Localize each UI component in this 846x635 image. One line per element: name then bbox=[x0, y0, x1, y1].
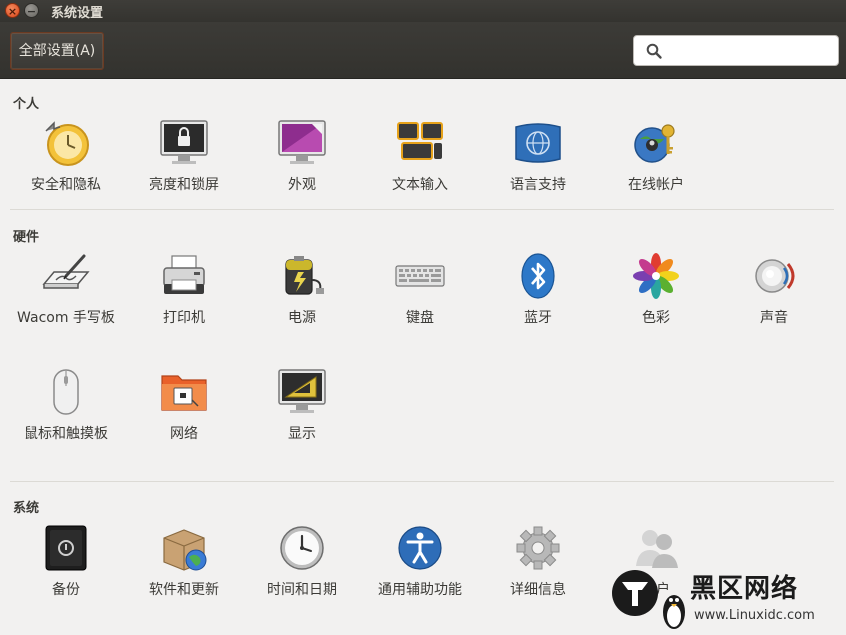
item-label: 详细信息 bbox=[510, 582, 566, 598]
item-software-updates[interactable]: 软件和更新 bbox=[129, 522, 239, 602]
item-label: 软件和更新 bbox=[149, 582, 219, 598]
item-label: 网络 bbox=[170, 426, 198, 442]
item-universal-access[interactable]: 通用辅助功能 bbox=[365, 522, 475, 602]
wacom-tablet-icon bbox=[42, 254, 90, 289]
item-label: 安全和隐私 bbox=[31, 177, 101, 193]
minimize-window-button[interactable]: − bbox=[24, 3, 39, 18]
display-icon bbox=[278, 369, 326, 413]
item-label: 鼠标和触摸板 bbox=[24, 426, 108, 442]
watermark-logo-icon bbox=[612, 570, 658, 616]
mouse-touchpad-icon bbox=[53, 369, 79, 415]
watermark-text: 黑区网络 bbox=[690, 574, 799, 604]
item-mouse-touchpad[interactable]: 鼠标和触摸板 bbox=[11, 366, 121, 446]
item-label: 键盘 bbox=[406, 310, 434, 326]
backup-icon bbox=[45, 525, 87, 571]
item-details[interactable]: 详细信息 bbox=[483, 522, 593, 602]
network-icon bbox=[161, 375, 207, 411]
appearance-icon bbox=[278, 120, 326, 164]
power-icon bbox=[285, 256, 324, 295]
item-label: 时间和日期 bbox=[267, 582, 337, 598]
text-entry-icon bbox=[397, 122, 443, 160]
item-label: 外观 bbox=[288, 177, 316, 193]
item-appearance[interactable]: 外观 bbox=[247, 117, 357, 197]
item-sound[interactable]: 声音 bbox=[719, 250, 829, 330]
item-label: 蓝牙 bbox=[524, 310, 552, 326]
section-divider bbox=[10, 209, 834, 210]
search-box[interactable] bbox=[633, 35, 839, 66]
software-updates-icon bbox=[163, 529, 207, 571]
universal-access-icon bbox=[398, 526, 442, 570]
brightness-lock-icon bbox=[160, 120, 208, 164]
item-label: 打印机 bbox=[163, 310, 205, 326]
item-label: 语言支持 bbox=[510, 177, 566, 193]
item-wacom-tablet[interactable]: Wacom 手写板 bbox=[11, 250, 121, 330]
watermark-url: www.Linuxidc.com bbox=[694, 608, 815, 623]
section-divider bbox=[10, 481, 834, 482]
item-time-date[interactable]: 时间和日期 bbox=[247, 522, 357, 602]
item-brightness-lock[interactable]: 亮度和锁屏 bbox=[129, 117, 239, 197]
bluetooth-icon bbox=[521, 253, 555, 299]
item-label: 色彩 bbox=[642, 310, 670, 326]
item-label: 电源 bbox=[288, 310, 316, 326]
item-display[interactable]: 显示 bbox=[247, 366, 357, 446]
section-title-system: 系统 bbox=[13, 501, 40, 516]
title-bar: × − 系统设置 bbox=[0, 0, 846, 22]
item-label: 文本输入 bbox=[392, 177, 448, 193]
item-keyboard[interactable]: 键盘 bbox=[365, 250, 475, 330]
item-power[interactable]: 电源 bbox=[247, 250, 357, 330]
section-title-hardware: 硬件 bbox=[13, 230, 40, 245]
printer-icon bbox=[163, 255, 205, 294]
item-label: 在线帐户 bbox=[628, 177, 684, 193]
close-window-button[interactable]: × bbox=[5, 3, 20, 18]
item-label: 声音 bbox=[760, 310, 788, 326]
item-color[interactable]: 色彩 bbox=[601, 250, 711, 330]
toolbar: 全部设置(A) bbox=[0, 22, 846, 79]
time-date-icon bbox=[280, 526, 324, 570]
item-printer[interactable]: 打印机 bbox=[129, 250, 239, 330]
penguin-icon bbox=[663, 595, 685, 629]
language-support-icon bbox=[515, 123, 561, 163]
item-label: 亮度和锁屏 bbox=[149, 177, 219, 193]
sound-icon bbox=[755, 259, 795, 293]
search-icon bbox=[646, 43, 662, 59]
window-title: 系统设置 bbox=[51, 6, 104, 21]
search-input[interactable] bbox=[666, 40, 831, 62]
item-bluetooth[interactable]: 蓝牙 bbox=[483, 250, 593, 330]
item-language-support[interactable]: 语言支持 bbox=[483, 117, 593, 197]
item-backup[interactable]: 备份 bbox=[11, 522, 121, 602]
all-settings-button[interactable]: 全部设置(A) bbox=[10, 32, 104, 70]
item-label: Wacom 手写板 bbox=[17, 310, 115, 326]
security-privacy-icon bbox=[45, 121, 89, 166]
item-label: 显示 bbox=[288, 426, 316, 442]
item-label: 备份 bbox=[52, 582, 80, 598]
keyboard-icon bbox=[395, 265, 445, 287]
color-icon bbox=[633, 253, 679, 299]
item-network[interactable]: 网络 bbox=[129, 366, 239, 446]
details-icon bbox=[516, 526, 560, 570]
item-online-accounts[interactable]: 在线帐户 bbox=[601, 117, 711, 197]
watermark: 黑区网络 www.Linuxidc.com bbox=[612, 566, 846, 635]
section-title-personal: 个人 bbox=[13, 97, 40, 112]
item-label: 通用辅助功能 bbox=[378, 582, 462, 598]
online-accounts-icon bbox=[634, 124, 675, 163]
settings-panel: 个人 安全和隐私 亮度和锁屏 外观 文本输入 语言支持 在线帐户 硬件 Waco… bbox=[0, 79, 846, 635]
item-security-privacy[interactable]: 安全和隐私 bbox=[11, 117, 121, 197]
item-text-entry[interactable]: 文本输入 bbox=[365, 117, 475, 197]
